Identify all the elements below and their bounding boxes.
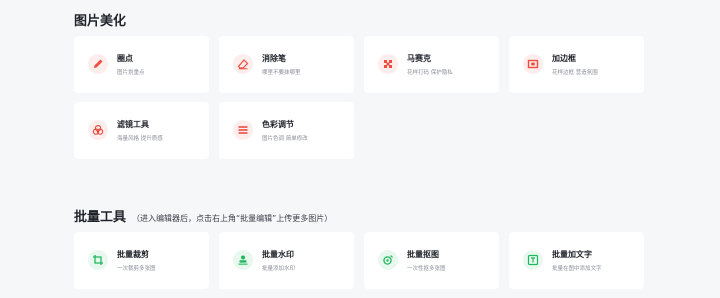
tool-title: 批量水印 — [262, 250, 294, 259]
tool-title: 马赛克 — [407, 54, 431, 63]
section-title-beautify: 图片美化 — [74, 10, 126, 29]
tool-title: 滤镜工具 — [117, 120, 149, 129]
tool-card-eraser[interactable]: 消除笔 哪里不要抹哪里 — [219, 36, 354, 93]
tool-card-filter[interactable]: 滤镜工具 海量风格 提升质感 — [74, 102, 209, 159]
tool-title: 色彩调节 — [262, 120, 294, 129]
tool-desc: 一次性抠多张图 — [407, 266, 446, 272]
tool-card-batch-watermark[interactable]: 批量水印 批量添加水印 — [219, 232, 354, 289]
tool-card-mosaic[interactable]: 马赛克 花样打码 保护隐私 — [364, 36, 499, 93]
tool-card-batch-text[interactable]: 批量加文字 批量在图中添加文字 — [509, 232, 644, 289]
tool-title: 消除笔 — [262, 54, 286, 63]
tool-desc: 批量在图中添加文字 — [552, 266, 602, 272]
color-adjust-icon — [233, 120, 253, 140]
tool-desc: 图片色调 简单修改 — [262, 136, 308, 142]
crop-icon — [88, 250, 108, 270]
tool-card-highlight[interactable]: 圈点 图片划重点 — [74, 36, 209, 93]
frame-icon — [523, 54, 543, 74]
tool-card-color-adjust[interactable]: 色彩调节 图片色调 简单修改 — [219, 102, 354, 159]
tool-title: 加边框 — [552, 54, 576, 63]
tool-desc: 哪里不要抹哪里 — [262, 70, 301, 76]
tool-desc: 花样边框 营造氛围 — [552, 70, 598, 76]
tool-desc: 花样打码 保护隐私 — [407, 70, 453, 76]
tool-desc: 图片划重点 — [117, 70, 145, 76]
tool-desc: 一次裁剪多张图 — [117, 266, 156, 272]
watermark-icon — [233, 250, 253, 270]
section-title-text: 图片美化 — [74, 14, 127, 29]
tool-card-batch-crop[interactable]: 批量裁剪 一次裁剪多张图 — [74, 232, 209, 289]
tool-title: 批量抠图 — [407, 250, 439, 259]
tool-desc: 批量添加水印 — [262, 266, 296, 272]
text-icon — [523, 250, 543, 270]
section-title-batch: 批量工具 （进入编辑器后，点击右上角“批量编辑”上传更多图片） — [74, 206, 332, 225]
tool-desc: 海量风格 提升质感 — [117, 136, 163, 142]
tool-title: 批量裁剪 — [117, 250, 149, 259]
eraser-icon — [233, 54, 253, 74]
mosaic-icon — [378, 54, 398, 74]
tool-title: 圈点 — [117, 54, 133, 63]
section-hint: （进入编辑器后，点击右上角“批量编辑”上传更多图片） — [132, 214, 333, 223]
tool-card-batch-cutout[interactable]: 批量抠图 一次性抠多张图 — [364, 232, 499, 289]
section-title-text: 批量工具 — [74, 210, 127, 225]
filter-icon — [88, 120, 108, 140]
pen-icon — [88, 54, 108, 74]
tool-title: 批量加文字 — [552, 250, 592, 259]
cutout-icon — [378, 250, 398, 270]
tool-card-frame[interactable]: 加边框 花样边框 营造氛围 — [509, 36, 644, 93]
